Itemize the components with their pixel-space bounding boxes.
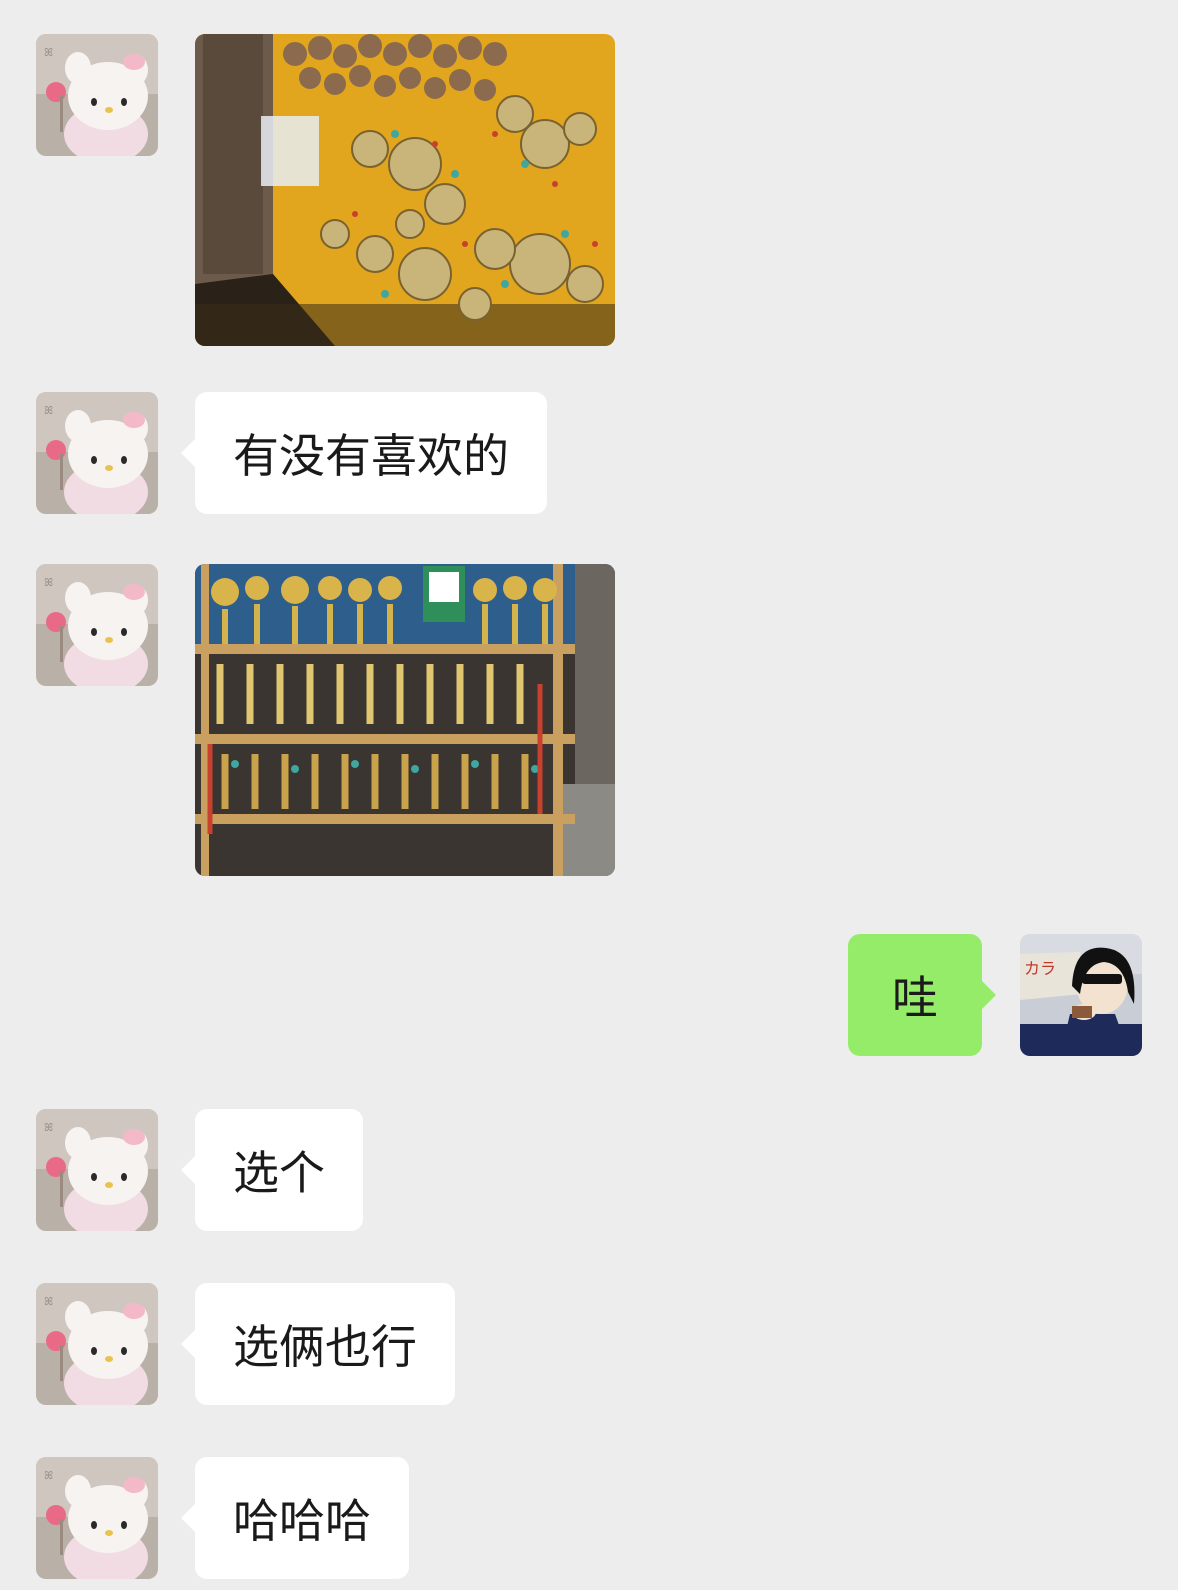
incoming-message-bubble[interactable]: 选个 [181,1109,363,1231]
anime-character-avatar-image: カラ [1020,934,1142,1056]
message-text: 选俩也行 [233,1320,417,1374]
message-text: 选个 [233,1146,325,1200]
hello-kitty-avatar-image [36,392,158,514]
hello-kitty-avatar-image [36,564,158,686]
message-text: 哈哈哈 [233,1494,371,1548]
incoming-message-bubble[interactable]: 哈哈哈 [181,1457,409,1579]
image-message-tassel-rack[interactable] [195,564,615,876]
tassel-pendant-rack-photo [195,564,615,876]
contact-avatar[interactable] [36,564,158,686]
contact-avatar[interactable] [36,1457,158,1579]
hello-kitty-avatar-image [36,34,158,156]
message-text: 有没有喜欢的 [233,429,509,483]
message-text: 哇 [892,971,938,1025]
contact-avatar[interactable] [36,392,158,514]
contact-avatar[interactable] [36,1283,158,1405]
outgoing-message-bubble[interactable]: 哇 [848,934,996,1056]
contact-avatar[interactable] [36,1109,158,1231]
svg-text:カラ: カラ [1024,959,1056,978]
contact-avatar[interactable] [36,34,158,156]
incoming-message-bubble[interactable]: 选俩也行 [181,1283,455,1405]
hello-kitty-avatar-image [36,1283,158,1405]
market-stall-keychains-photo [195,34,615,346]
my-avatar[interactable]: カラ [1020,934,1142,1056]
chat-screen: { "messages": [ {"id": "m1", "side": "in… [0,0,1178,1590]
hello-kitty-avatar-image [36,1457,158,1579]
hello-kitty-avatar-image [36,1109,158,1231]
incoming-message-bubble[interactable]: 有没有喜欢的 [181,392,547,514]
image-message-keychains[interactable] [195,34,615,346]
